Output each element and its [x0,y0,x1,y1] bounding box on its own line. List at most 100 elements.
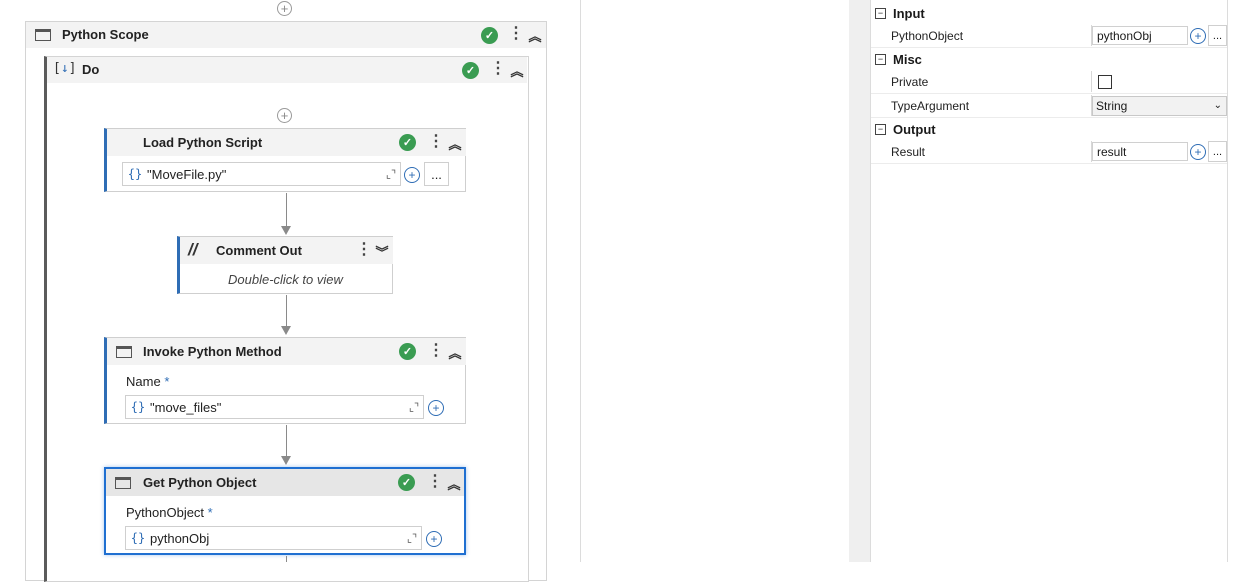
more-options-icon[interactable]: ⋮ [508,26,524,42]
python-scope-title: Python Scope [62,27,149,42]
flow-arrow-icon [281,226,291,235]
add-variable-icon[interactable]: + [426,531,442,547]
result-value: result [1097,144,1127,159]
python-scope-header[interactable]: Python Scope ✓ ⋮ ︽ [26,22,546,48]
get-python-object-activity[interactable]: Get Python Object ✓ ⋮ ︽ PythonObject * {… [104,467,466,555]
collapse-chevron-icon[interactable]: ︽ [510,61,524,80]
more-options-icon[interactable]: ⋮ [428,134,444,150]
property-value-cell: pythonObj + ... [1091,25,1227,46]
python-activity-icon [115,477,131,489]
flow-connector [286,295,287,327]
add-variable-icon[interactable]: + [404,167,420,183]
flow-connector [286,425,287,457]
expression-braces-icon: {} [130,400,146,414]
more-options-icon[interactable]: ⋮ [356,242,372,258]
collapse-toggle-icon[interactable]: − [875,7,886,19]
result-input[interactable]: result [1092,142,1188,161]
invoke-python-method-title: Invoke Python Method [143,344,282,359]
get-python-object-title: Get Python Object [143,475,257,490]
flow-connector [286,193,287,227]
method-name-value: "move_files" [150,399,222,415]
valid-check-icon: ✓ [399,134,416,151]
sequence-icon: [↓] [53,61,77,76]
collapse-chevron-icon[interactable]: ︽ [448,134,462,153]
private-checkbox[interactable] [1098,74,1112,89]
script-path-field[interactable]: {} "MoveFile.py" ⌞⌝ [122,162,401,186]
browse-button[interactable]: ... [424,162,449,186]
do-title: Do [82,62,100,77]
script-path-value: "MoveFile.py" [147,166,227,182]
properties-gutter [849,0,870,562]
load-python-script-activity[interactable]: Load Python Script ✓ ⋮ ︽ {} "MoveFile.py… [104,128,466,192]
property-row-pythonobject: PythonObject pythonObj + ... [871,24,1227,48]
python-object-field[interactable]: {} pythonObj ⌞⌝ [125,526,422,550]
name-field-label: Name * [126,374,170,389]
collapse-chevron-icon[interactable]: ︽ [447,474,461,493]
pythonobject-value: pythonObj [1097,28,1152,43]
python-activity-icon [116,346,132,358]
comment-out-activity[interactable]: // Comment Out ⋮ ︾ Double-click to view [177,236,393,294]
property-value-cell [1091,71,1227,92]
category-input-label: Input [893,5,925,21]
flow-connector [286,556,287,562]
property-more-button[interactable]: ... [1208,141,1227,162]
property-value-cell: result + ... [1091,141,1227,162]
collapse-toggle-icon[interactable]: − [875,53,886,65]
category-misc[interactable]: − Misc [871,48,1227,70]
browse-button-label: ... [431,166,442,182]
add-activity-icon[interactable]: + [277,108,292,123]
load-python-script-header[interactable]: Load Python Script ✓ ⋮ ︽ [107,129,466,156]
python-object-field-label: PythonObject * [126,505,213,520]
expand-editor-icon[interactable]: ⌞⌝ [405,401,423,414]
collapse-toggle-icon[interactable]: − [875,123,886,135]
pythonobject-input[interactable]: pythonObj [1092,26,1188,45]
property-row-typeargument: TypeArgument String ⌄ [871,94,1227,118]
properties-grid: − Input PythonObject pythonObj + ... − M… [871,2,1227,164]
valid-check-icon: ✓ [462,62,479,79]
expression-braces-icon: {} [127,167,143,181]
pane-divider [580,0,581,562]
more-options-icon[interactable]: ⋮ [428,343,444,359]
add-variable-icon[interactable]: + [1188,27,1208,44]
property-row-result: Result result + ... [871,140,1227,164]
get-python-object-header[interactable]: Get Python Object ✓ ⋮ ︽ [106,469,464,496]
add-variable-icon[interactable]: + [1188,143,1208,160]
category-output-label: Output [893,121,936,137]
invoke-python-method-activity[interactable]: Invoke Python Method ✓ ⋮ ︽ Name * {} "mo… [104,337,466,424]
add-activity-top-icon[interactable]: + [277,1,292,16]
comment-out-header[interactable]: // Comment Out ⋮ ︾ [180,237,393,264]
property-name: TypeArgument [891,98,970,113]
flow-arrow-icon [281,326,291,335]
comment-out-title: Comment Out [216,243,302,258]
property-name: Result [891,144,926,159]
expand-editor-icon[interactable]: ⌞⌝ [382,168,400,181]
property-value-cell: String ⌄ [1091,95,1227,116]
expand-chevron-icon[interactable]: ︾ [375,242,389,261]
property-name: Private [891,74,929,89]
collapse-chevron-icon[interactable]: ︽ [448,343,462,362]
load-python-script-title: Load Python Script [143,135,263,150]
invoke-python-method-header[interactable]: Invoke Python Method ✓ ⋮ ︽ [107,338,466,365]
more-options-icon[interactable]: ⋮ [427,474,443,490]
do-header[interactable]: [↓] Do ✓ ⋮ ︽ [47,57,527,83]
add-variable-icon[interactable]: + [428,400,444,416]
typeargument-value: String [1096,98,1128,113]
comment-icon: // [188,240,198,259]
expand-editor-icon[interactable]: ⌞⌝ [403,532,421,545]
property-row-private: Private [871,70,1227,94]
workflow-designer: + Python Scope ✓ ⋮ ︽ [↓] Do ✓ ⋮ ︽ + Load… [0,0,849,582]
property-more-button[interactable]: ... [1208,25,1227,46]
scope-icon [35,29,51,41]
property-more-label: ... [1212,29,1223,42]
category-misc-label: Misc [893,51,922,67]
category-input[interactable]: − Input [871,2,1227,24]
valid-check-icon: ✓ [399,343,416,360]
property-more-label: ... [1212,145,1223,158]
method-name-field[interactable]: {} "move_files" ⌞⌝ [125,395,424,419]
more-options-icon[interactable]: ⋮ [490,61,506,77]
valid-check-icon: ✓ [481,27,498,44]
typeargument-select[interactable]: String ⌄ [1092,95,1227,116]
collapse-chevron-icon[interactable]: ︽ [528,26,542,45]
properties-panel: − Input PythonObject pythonObj + ... − M… [870,0,1228,562]
category-output[interactable]: − Output [871,118,1227,140]
